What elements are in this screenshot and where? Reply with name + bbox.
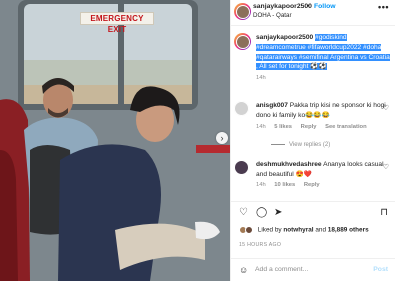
comment-bubble-icon[interactable]: ◯ [256, 208, 267, 218]
comment-meta: 14h 10 likes Reply [256, 182, 327, 188]
comment-item: anisgk007 Pakka trip kisi ne sponsor ki … [256, 101, 386, 120]
comment-likes[interactable]: 10 likes [274, 182, 295, 188]
liker-avatar [245, 226, 253, 234]
post-dialog: EMERGENCY EXIT › sanjaykapoor2500 • Foll… [0, 0, 395, 281]
caption-avatar[interactable] [234, 33, 251, 50]
post-sidebar: sanjaykapoor2500 • Follow DOHA - Qatar •… [230, 0, 395, 281]
comment-input[interactable]: Add a comment... [255, 266, 308, 273]
likes-prefix: Liked by [257, 226, 282, 234]
caption: sanjaykapoor2500 #godiskind #dreamcometr… [256, 33, 390, 84]
comment-item: deshmukhvedashree Ananya looks casual an… [256, 160, 386, 179]
emoji-icon[interactable]: ☺ [239, 265, 248, 275]
comment-like-icon[interactable]: ♡ [383, 104, 389, 112]
see-translation-button[interactable]: See translation [325, 124, 367, 130]
photo-illustration [0, 0, 230, 281]
location-link[interactable]: DOHA - Qatar [253, 12, 292, 19]
view-replies-label: View replies (2) [289, 142, 331, 148]
comment-time: 14h [256, 124, 266, 130]
next-image-button[interactable]: › [216, 132, 228, 144]
share-icon[interactable]: ➤ [274, 208, 282, 218]
avatar[interactable] [234, 3, 251, 20]
comment-reply-button[interactable]: Reply [301, 124, 317, 130]
view-replies-button[interactable]: View replies (2) [271, 142, 330, 148]
add-comment-bar: ☺ Add a comment... Post [231, 258, 395, 281]
header-username[interactable]: sanjaykapoor2500 [253, 3, 312, 10]
replies-divider [271, 143, 285, 145]
liker-username[interactable]: notwhyral [283, 227, 313, 234]
post-photo[interactable]: EMERGENCY EXIT › [0, 0, 230, 281]
post-timestamp: 15 HOURS AGO [239, 242, 282, 248]
post-header: sanjaykapoor2500 • Follow DOHA - Qatar •… [231, 0, 395, 26]
comment-avatar[interactable] [234, 101, 249, 116]
caption-username[interactable]: sanjaykapoor2500 [256, 34, 313, 41]
follow-button[interactable]: Follow [314, 3, 336, 10]
comment-avatar[interactable] [234, 160, 249, 175]
comment-meta: 14h 5 likes Reply See translation [256, 124, 374, 130]
likes-mid: and [315, 226, 327, 234]
action-bar: ♡ ◯ ➤ ⊓ [231, 201, 395, 221]
like-heart-icon[interactable]: ♡ [239, 208, 248, 218]
post-comment-button[interactable]: Post [373, 266, 388, 273]
comment-like-icon[interactable]: ♡ [383, 163, 389, 171]
header-separator: • [307, 3, 310, 10]
comment-likes[interactable]: 5 likes [274, 124, 292, 130]
emergency-exit-sign: EMERGENCY EXIT [80, 12, 154, 34]
comment-username[interactable]: anisgk007 [256, 102, 288, 109]
likes-others-link[interactable]: 18,889 others [328, 227, 369, 234]
caption-time: 14h [256, 75, 266, 82]
likes-summary: Liked by notwhyral and 18,889 others [239, 226, 369, 234]
save-bookmark-icon[interactable]: ⊓ [380, 208, 388, 218]
comment-time: 14h [256, 182, 266, 188]
more-options-icon[interactable]: ••• [378, 2, 389, 12]
comment-username[interactable]: deshmukhvedashree [256, 161, 322, 168]
comment-reply-button[interactable]: Reply [304, 182, 320, 188]
